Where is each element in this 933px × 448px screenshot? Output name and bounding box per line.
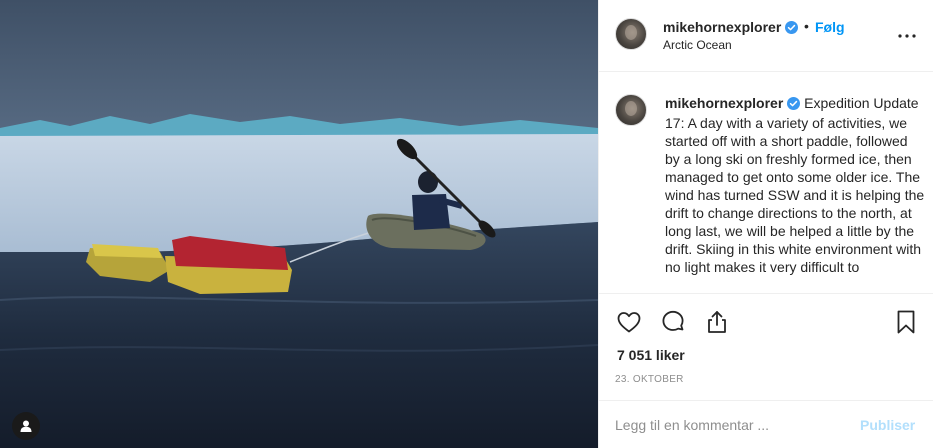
post-sidebar: mikehornexplorer • Følg Arctic Ocean mik… <box>598 0 933 448</box>
comment-input[interactable] <box>615 415 845 435</box>
share-icon[interactable] <box>703 308 731 336</box>
caption-avatar[interactable] <box>615 94 647 126</box>
verified-badge-icon <box>787 96 801 114</box>
action-bar <box>599 304 933 340</box>
heart-icon[interactable] <box>615 308 643 336</box>
avatar[interactable] <box>615 18 647 50</box>
post-header: mikehornexplorer • Følg Arctic Ocean <box>599 0 933 72</box>
caption-section: mikehornexplorer Expedition Update 17: A… <box>599 72 933 294</box>
comment-bar: Publiser <box>599 400 933 448</box>
more-options-icon[interactable] <box>895 24 919 48</box>
follow-button[interactable]: Følg <box>815 19 845 35</box>
post-date[interactable]: 23. OKTOBER <box>615 374 684 385</box>
comment-icon[interactable] <box>659 308 687 336</box>
location-link[interactable]: Arctic Ocean <box>663 38 732 52</box>
username-text: mikehornexplorer <box>663 19 782 35</box>
publish-button[interactable]: Publiser <box>860 417 915 433</box>
verified-badge-icon <box>785 21 799 37</box>
bookmark-icon[interactable] <box>892 308 920 336</box>
user-tag-icon[interactable] <box>12 412 40 440</box>
username-link[interactable]: mikehornexplorer <box>663 19 799 37</box>
like-count[interactable]: 7 051 liker <box>617 347 685 363</box>
caption: mikehornexplorer Expedition Update 17: A… <box>665 94 925 276</box>
post-photo[interactable] <box>0 0 598 448</box>
caption-username[interactable]: mikehornexplorer <box>665 95 783 111</box>
caption-text: Expedition Update 17: A day with a varie… <box>665 95 925 275</box>
separator-dot: • <box>804 18 809 34</box>
photo-image <box>0 0 598 448</box>
